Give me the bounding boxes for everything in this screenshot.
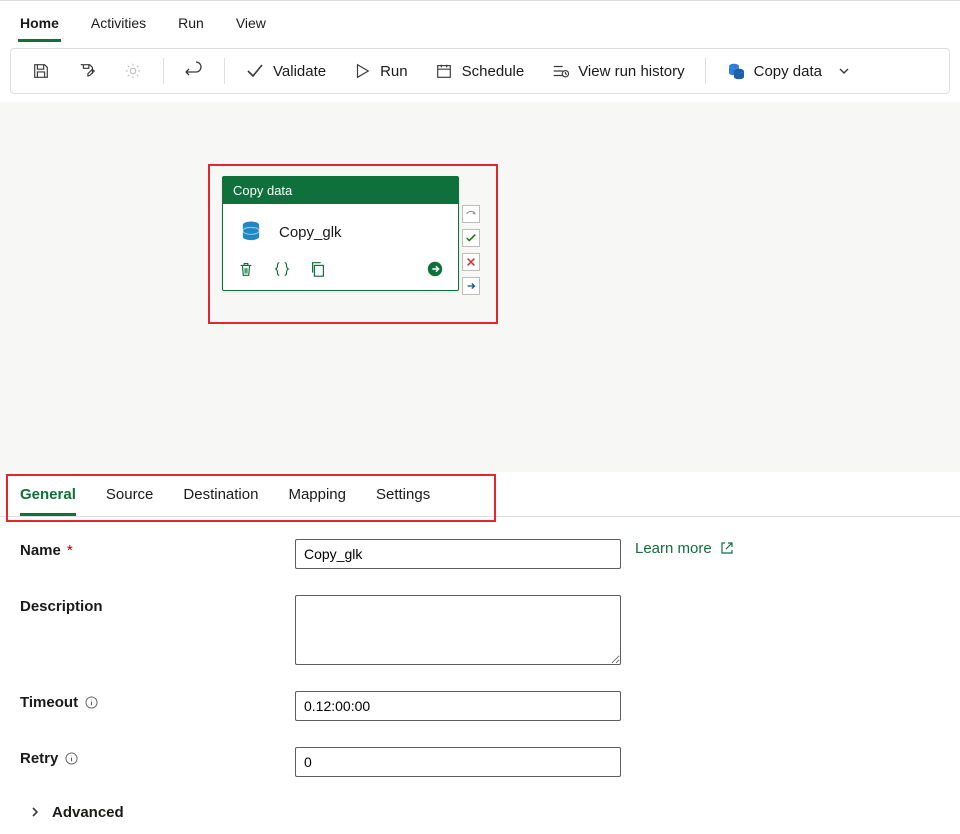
undo-button[interactable] xyxy=(174,55,214,87)
menu-activities[interactable]: Activities xyxy=(89,11,148,42)
learn-more-link[interactable]: Learn more xyxy=(635,539,736,557)
retry-input[interactable] xyxy=(295,747,621,777)
copy-icon[interactable] xyxy=(309,260,327,278)
handle-fail-icon[interactable] xyxy=(462,253,480,271)
handle-completion-icon[interactable] xyxy=(462,277,480,295)
advanced-toggle[interactable]: Advanced xyxy=(20,803,940,821)
check-icon xyxy=(245,61,265,81)
play-icon xyxy=(352,61,372,81)
schedule-button[interactable]: Schedule xyxy=(424,55,535,87)
arrow-circle-icon[interactable] xyxy=(426,260,444,278)
advanced-label: Advanced xyxy=(52,804,124,821)
toolbar: Validate Run Schedule View run history C… xyxy=(10,48,950,94)
tab-destination[interactable]: Destination xyxy=(183,486,258,516)
gear-icon xyxy=(123,61,143,81)
external-link-icon xyxy=(718,539,736,557)
save-button[interactable] xyxy=(21,55,61,87)
name-label: Name* xyxy=(20,539,295,559)
description-input[interactable] xyxy=(295,595,621,665)
menu-home[interactable]: Home xyxy=(18,11,61,42)
history-icon xyxy=(550,61,570,81)
retry-label: Retry xyxy=(20,747,295,767)
menubar: Home Activities Run View xyxy=(0,0,960,42)
trash-icon[interactable] xyxy=(237,260,255,278)
toolbar-separator xyxy=(705,58,706,84)
validate-button[interactable]: Validate xyxy=(235,55,336,87)
run-button[interactable]: Run xyxy=(342,55,418,87)
toolbar-separator xyxy=(224,58,225,84)
run-label: Run xyxy=(380,63,408,80)
validate-label: Validate xyxy=(273,63,326,80)
activity-handles xyxy=(462,205,480,295)
tab-mapping[interactable]: Mapping xyxy=(288,486,346,516)
info-icon[interactable] xyxy=(64,752,78,766)
handle-success-icon[interactable] xyxy=(462,229,480,247)
copy-data-button[interactable]: Copy data xyxy=(716,55,864,87)
schedule-label: Schedule xyxy=(462,63,525,80)
general-form: Name* Learn more Description Timeout Ret… xyxy=(0,517,960,821)
tab-settings[interactable]: Settings xyxy=(376,486,430,516)
info-icon[interactable] xyxy=(84,696,98,710)
required-indicator: * xyxy=(67,542,73,559)
undo-icon xyxy=(184,61,204,81)
calendar-icon xyxy=(434,61,454,81)
save-icon xyxy=(31,61,51,81)
save-as-icon xyxy=(77,61,97,81)
activity-footer xyxy=(223,252,458,290)
braces-icon[interactable] xyxy=(273,260,291,278)
properties-tabs: General Source Destination Mapping Setti… xyxy=(0,472,960,517)
save-as-button[interactable] xyxy=(67,55,107,87)
database-icon xyxy=(726,61,746,81)
activity-body: Copy_glk xyxy=(223,204,458,252)
activity-name: Copy_glk xyxy=(279,224,342,241)
chevron-right-icon xyxy=(26,803,44,821)
menu-run[interactable]: Run xyxy=(176,11,206,42)
description-label: Description xyxy=(20,595,295,615)
timeout-input[interactable] xyxy=(295,691,621,721)
handle-skip-icon[interactable] xyxy=(462,205,480,223)
tab-general[interactable]: General xyxy=(20,486,76,516)
name-input[interactable] xyxy=(295,539,621,569)
database-icon xyxy=(237,218,265,246)
view-history-label: View run history xyxy=(578,63,684,80)
timeout-label: Timeout xyxy=(20,691,295,711)
menu-view[interactable]: View xyxy=(234,11,268,42)
chevron-down-icon xyxy=(834,61,854,81)
view-history-button[interactable]: View run history xyxy=(540,55,694,87)
pipeline-canvas[interactable]: Copy data Copy_glk xyxy=(0,102,960,472)
toolbar-separator xyxy=(163,58,164,84)
tab-source[interactable]: Source xyxy=(106,486,154,516)
copy-data-activity[interactable]: Copy data Copy_glk xyxy=(222,176,459,291)
activity-header: Copy data xyxy=(223,177,458,204)
copy-data-label: Copy data xyxy=(754,63,822,80)
settings-button[interactable] xyxy=(113,55,153,87)
